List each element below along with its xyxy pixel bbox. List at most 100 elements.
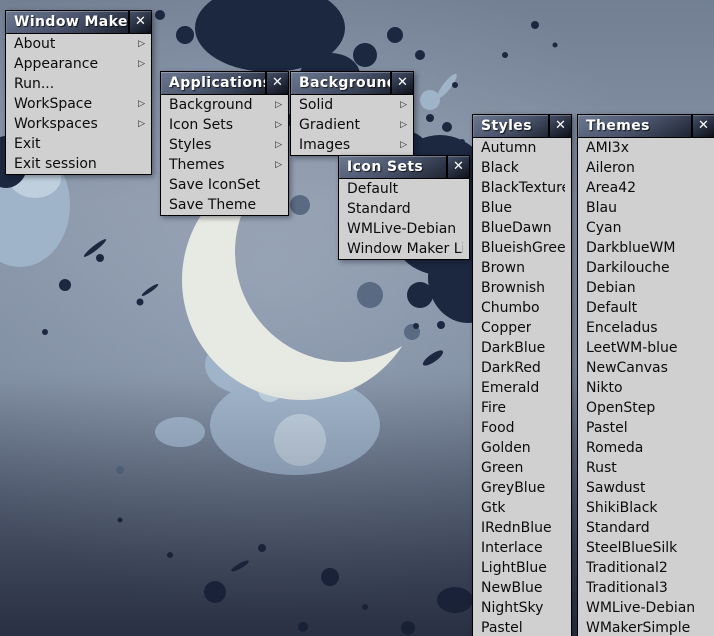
menu-item-shikiblack[interactable]: ShikiBlack [578,498,714,518]
menu-item-nightsky[interactable]: NightSky [473,598,571,618]
menu-item-pastel[interactable]: Pastel [473,618,571,636]
menu-item-darkilouche[interactable]: Darkilouche [578,258,714,278]
menu-item-themes[interactable]: Themes▷ [161,155,288,175]
menu-item-openstep[interactable]: OpenStep [578,398,714,418]
menu-item-enceladus[interactable]: Enceladus [578,318,714,338]
desktop: Window Maker✕About▷Appearance▷Run...Work… [0,0,714,636]
menu-item-brown[interactable]: Brown [473,258,571,278]
menu-item-solid[interactable]: Solid▷ [291,95,413,115]
menu-item-label: Solid [299,97,333,113]
menu-item-greyblue[interactable]: GreyBlue [473,478,571,498]
menu-item-area42[interactable]: Area42 [578,178,714,198]
menu-item-run[interactable]: Run... [6,74,151,94]
menu-item-interlace[interactable]: Interlace [473,538,571,558]
menu-item-blue[interactable]: Blue [473,198,571,218]
menu-item-label: Food [481,420,515,436]
menu-item-ami3x[interactable]: AMI3x [578,138,714,158]
menu-item-background[interactable]: Background▷ [161,95,288,115]
close-icon[interactable]: ✕ [390,72,413,94]
menu-item-wmlive-debian[interactable]: WMLive-Debian [339,219,469,239]
menu-item-steelbluesilk[interactable]: SteelBlueSilk [578,538,714,558]
menu-item-workspace[interactable]: WorkSpace▷ [6,94,151,114]
menu-titlebar-background[interactable]: Background✕ [291,72,413,94]
menu-item-standard[interactable]: Standard [339,199,469,219]
menu-item-gtk[interactable]: Gtk [473,498,571,518]
menu-item-label: DarkRed [481,360,541,376]
menu-item-label: DarkBlue [481,340,545,356]
menu-item-save-iconset[interactable]: Save IconSet [161,175,288,195]
menu-titlebar-themes[interactable]: Themes✕ [578,115,714,137]
menu-item-label: GreyBlue [481,480,545,496]
menu-item-newblue[interactable]: NewBlue [473,578,571,598]
menu-item-chumbo[interactable]: Chumbo [473,298,571,318]
menu-item-standard[interactable]: Standard [578,518,714,538]
menu-item-workspaces[interactable]: Workspaces▷ [6,114,151,134]
menu-item-cyan[interactable]: Cyan [578,218,714,238]
menu-item-default[interactable]: Default [578,298,714,318]
menu-titlebar-window-maker[interactable]: Window Maker✕ [6,11,151,33]
menu-item-default[interactable]: Default [339,179,469,199]
menu-item-label: Aileron [586,160,635,176]
menu-item-images[interactable]: Images▷ [291,135,413,155]
menu-items-styles: AutumnBlackBlackTexture Blue BlueDawnBluei… [473,137,571,636]
menu-item-nikto[interactable]: Nikto [578,378,714,398]
menu-item-blau[interactable]: Blau [578,198,714,218]
close-icon[interactable]: ✕ [128,11,151,33]
menu-item-traditional2[interactable]: Traditional2 [578,558,714,578]
menu-item-window-maker-live[interactable]: Window Maker Live [339,239,469,259]
menu-item-emerald[interactable]: Emerald [473,378,571,398]
menu-item-styles[interactable]: Styles▷ [161,135,288,155]
menu-item-leetwm-blue[interactable]: LeetWM-blue [578,338,714,358]
menu-item-rust[interactable]: Rust [578,458,714,478]
menu-item-darkblue[interactable]: DarkBlue [473,338,571,358]
menu-item-save-theme[interactable]: Save Theme [161,195,288,215]
menu-item-label: Sawdust [586,480,645,496]
menu-item-label: Blue [481,200,512,216]
menu-item-label: DarkblueWM [586,240,675,256]
menu-titlebar-styles[interactable]: Styles✕ [473,115,571,137]
menu-item-about[interactable]: About▷ [6,34,151,54]
menu-item-irednblue[interactable]: IRednBlue [473,518,571,538]
menu-title: Window Maker [6,11,128,33]
menu-item-black[interactable]: Black [473,158,571,178]
menu-item-exit-session[interactable]: Exit session [6,154,151,174]
close-icon[interactable]: ✕ [265,72,288,94]
menu-item-label: Fire [481,400,506,416]
menu-item-traditional3[interactable]: Traditional3 [578,578,714,598]
menu-item-debian[interactable]: Debian [578,278,714,298]
menu-titlebar-applications[interactable]: Applications✕ [161,72,288,94]
close-icon[interactable]: ✕ [691,115,714,137]
menu-items-window-maker: About▷Appearance▷Run...WorkSpace▷Workspa… [6,33,151,174]
menu-item-copper[interactable]: Copper [473,318,571,338]
menu-item-green[interactable]: Green [473,458,571,478]
menu-item-newcanvas[interactable]: NewCanvas [578,358,714,378]
menu-item-label: Exit [14,136,41,152]
close-icon[interactable]: ✕ [548,115,571,137]
menu-item-blacktexture[interactable]: BlackTexture [473,178,571,198]
menu-item-darkred[interactable]: DarkRed [473,358,571,378]
menu-item-wmakersimple[interactable]: WMakerSimple [578,618,714,636]
menu-item-wmlive-debian[interactable]: WMLive-Debian [578,598,714,618]
menu-item-appearance[interactable]: Appearance▷ [6,54,151,74]
menu-item-food[interactable]: Food [473,418,571,438]
menu-item-exit[interactable]: Exit [6,134,151,154]
close-icon[interactable]: ✕ [446,156,469,178]
menu-item-gradient[interactable]: Gradient▷ [291,115,413,135]
menu-item-icon-sets[interactable]: Icon Sets▷ [161,115,288,135]
menu-item-autumn[interactable]: Autumn [473,138,571,158]
menu-item-aileron[interactable]: Aileron [578,158,714,178]
menu-item-pastel[interactable]: Pastel [578,418,714,438]
menu-item-label: WMakerSimple [586,620,690,636]
menu-item-fire[interactable]: Fire [473,398,571,418]
menu-item-golden[interactable]: Golden [473,438,571,458]
menu-item-brownish[interactable]: Brownish [473,278,571,298]
menu-item-label: Icon Sets [169,117,233,133]
menu-item-blueishgreen[interactable]: BlueishGreen [473,238,571,258]
menu-item-darkbluewm[interactable]: DarkblueWM [578,238,714,258]
menu-item-lightblue[interactable]: LightBlue [473,558,571,578]
menu-item-sawdust[interactable]: Sawdust [578,478,714,498]
menu-item-label: Copper [481,320,531,336]
menu-item-bluedawn[interactable]: BlueDawn [473,218,571,238]
menu-item-romeda[interactable]: Romeda [578,438,714,458]
menu-titlebar-icon-sets[interactable]: Icon Sets✕ [339,156,469,178]
